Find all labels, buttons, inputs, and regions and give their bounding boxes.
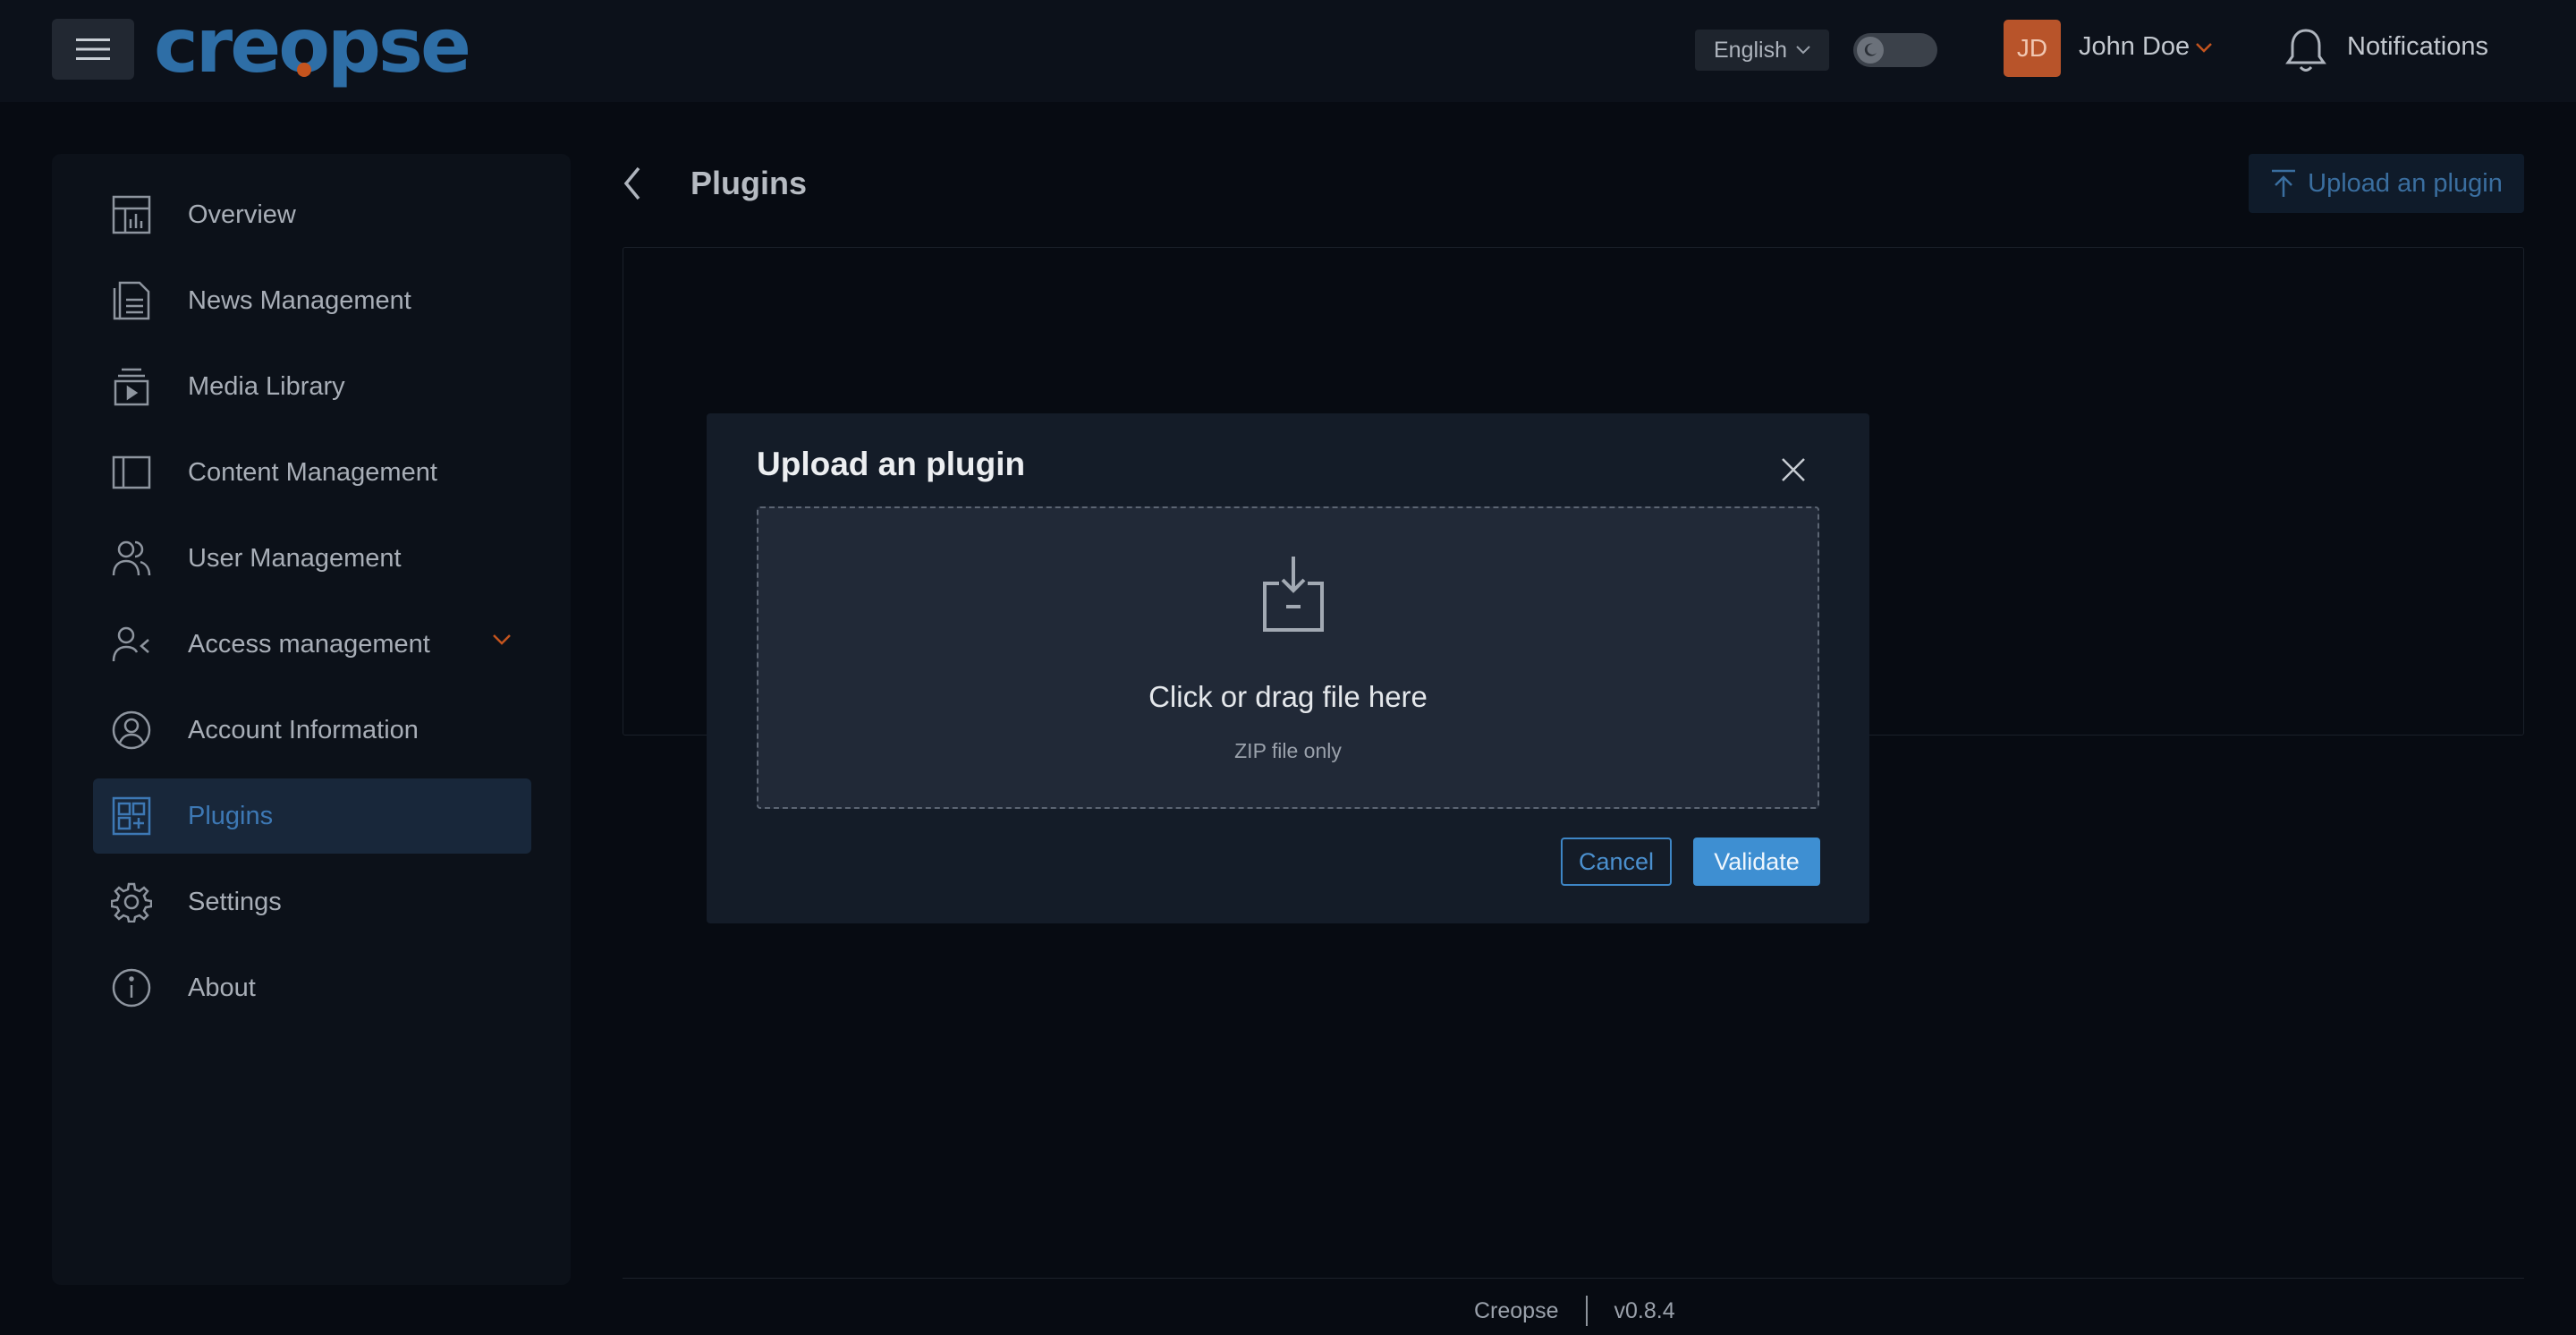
page-title: Plugins [691,165,808,201]
dashboard-icon [109,192,154,237]
dropzone-text: Click or drag file here [1148,680,1428,713]
chevron-down-icon [1796,46,1810,55]
inbox-download-icon [1259,555,1327,638]
sidebar-item-settings[interactable]: Settings [93,864,531,940]
notifications-link[interactable]: Notifications [2347,32,2488,62]
sidebar-item-label: Overview [188,200,296,229]
user-access-icon [109,622,154,667]
user-circle-icon [109,708,154,753]
plugins-icon [109,794,154,838]
footer-divider [623,1278,2524,1279]
sidebar-item-media-library[interactable]: Media Library [93,349,531,424]
logo[interactable]: creopse [152,5,474,91]
footer: Creopse v0.8.4 [1474,1296,1675,1326]
modal-title: Upload an plugin [757,446,1026,482]
language-select[interactable]: English [1695,30,1829,71]
chevron-down-icon [2196,42,2213,53]
sidebar-item-about[interactable]: About [93,950,531,1025]
sidebar-item-label: Content Management [188,457,437,487]
hamburger-icon [76,38,110,60]
gear-icon [109,880,154,924]
sidebar-item-account-information[interactable]: Account Information [93,693,531,768]
footer-app-name: Creopse [1474,1297,1559,1323]
footer-separator [1585,1296,1588,1326]
sidebar-item-label: Settings [188,887,282,916]
newspaper-icon [109,278,154,323]
close-button[interactable] [1780,456,1807,488]
theme-toggle[interactable] [1853,33,1937,67]
file-dropzone[interactable]: Click or drag file here ZIP file only [757,506,1819,809]
svg-text:creopse: creopse [154,5,469,89]
media-library-icon [109,364,154,409]
footer-version: v0.8.4 [1614,1297,1675,1323]
validate-button[interactable]: Validate [1693,838,1820,886]
moon-icon [1857,37,1884,64]
sidebar-item-access-management[interactable]: Access management [93,607,531,682]
sidebar-item-plugins[interactable]: Plugins [93,778,531,854]
upload-icon [2272,169,2296,197]
sidebar-item-label: Media Library [188,371,345,401]
sidebar-item-overview[interactable]: Overview [93,177,531,252]
language-value: English [1714,37,1787,63]
sidebar-item-label: Access management [188,629,430,659]
upload-plugin-label: Upload an plugin [2308,168,2503,198]
upload-plugin-modal: Upload an plugin Click or drag file here… [707,413,1869,923]
sidebar-item-news-management[interactable]: News Management [93,263,531,338]
chevron-left-icon [623,166,640,200]
sidebar-item-label: About [188,973,256,1002]
chevron-down-icon [493,634,511,645]
dropzone-hint: ZIP file only [1234,739,1342,762]
cancel-button[interactable]: Cancel [1561,838,1672,886]
sidebar-item-content-management[interactable]: Content Management [93,435,531,510]
sidebar-item-label: Account Information [188,715,419,744]
user-name: John Doe [2079,32,2190,61]
top-bar: creopse English JD John Doe Notification… [0,0,2576,102]
avatar[interactable]: JD [2004,20,2061,77]
bell-icon[interactable] [2283,25,2329,80]
upload-plugin-button[interactable]: Upload an plugin [2249,154,2524,213]
hamburger-menu-button[interactable] [52,19,134,80]
sidebar-item-label: News Management [188,285,411,315]
sidebar-item-user-management[interactable]: User Management [93,521,531,596]
close-icon [1782,458,1805,481]
info-icon [109,965,154,1010]
layout-icon [109,450,154,495]
sidebar-item-label: Plugins [188,801,274,830]
users-icon [109,536,154,581]
user-menu[interactable]: John Doe [2079,32,2213,62]
back-button[interactable] [617,163,648,208]
sidebar-item-label: User Management [188,543,402,573]
sidebar: Overview News Management Media Library C… [52,154,571,1285]
